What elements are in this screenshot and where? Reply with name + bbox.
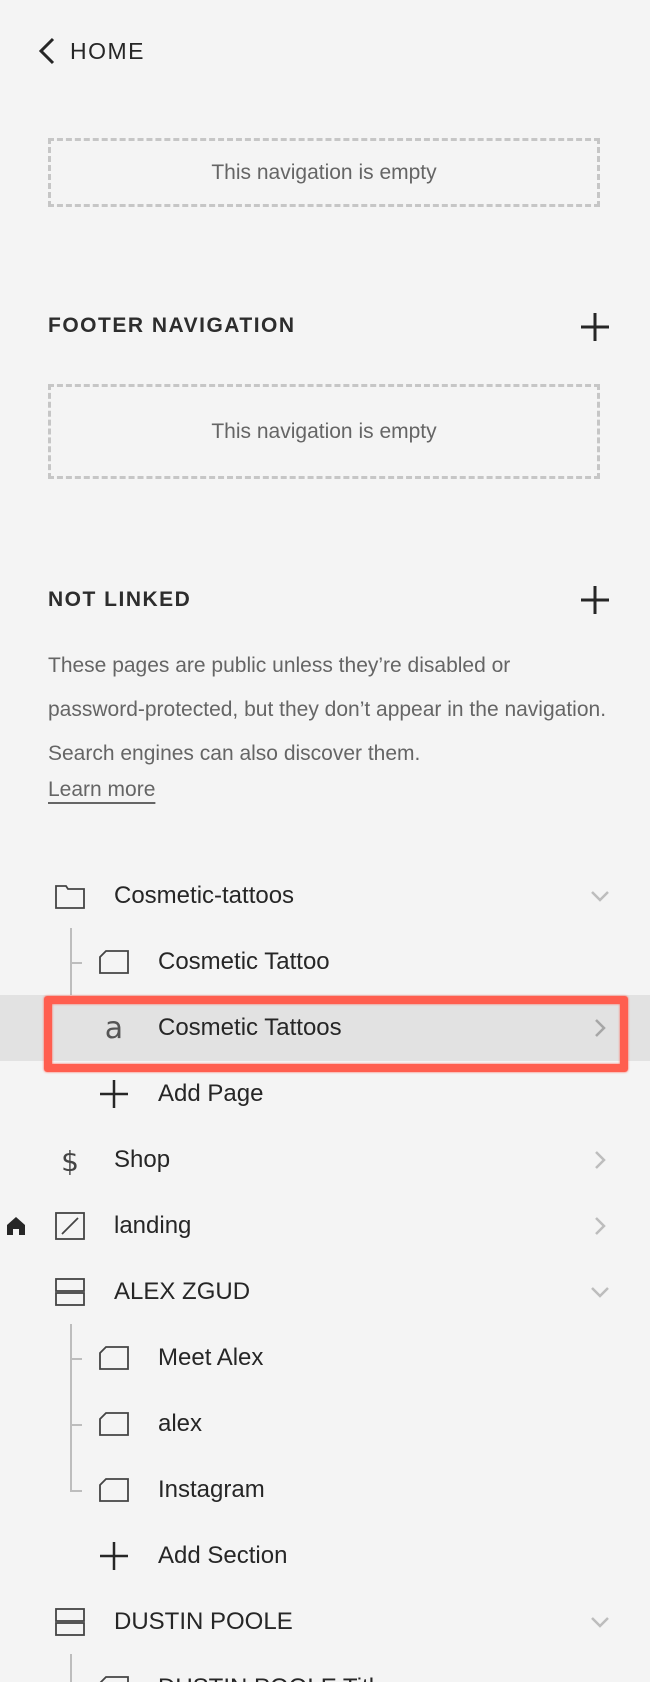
- footer-nav-empty-box: This navigation is empty: [48, 384, 600, 479]
- tree-item-label: Shop: [114, 1146, 171, 1173]
- page-icon: [97, 1407, 131, 1441]
- chevron-down-icon[interactable]: [589, 1279, 611, 1305]
- svg-text:$: $: [61, 1145, 79, 1177]
- tree-item-label: landing: [114, 1212, 192, 1239]
- cover-page-icon: [53, 1209, 87, 1243]
- back-label: HOME: [70, 37, 145, 64]
- add-page-button[interactable]: Add Page: [0, 1061, 650, 1127]
- page-icon: [97, 1671, 131, 1682]
- tree-item-dustin-poole-index[interactable]: DUSTIN POOLE: [0, 1589, 650, 1655]
- main-nav-empty-box: This navigation is empty: [48, 138, 600, 207]
- tree-item-label: DUSTIN POOLE Title: [158, 1655, 387, 1682]
- chevron-right-icon[interactable]: [589, 1147, 611, 1173]
- tree-item-dustin-child[interactable]: DUSTIN POOLE Title: [0, 1655, 650, 1682]
- tree-item-label: Cosmetic-tattoos: [114, 882, 295, 909]
- tree-item-label: DUSTIN POOLE: [114, 1608, 293, 1635]
- back-button[interactable]: HOME: [36, 32, 145, 70]
- index-icon: [53, 1275, 87, 1309]
- footer-navigation-title: FOOTER NAVIGATION: [48, 314, 296, 337]
- tree-item-shop[interactable]: $ Shop: [0, 1127, 650, 1193]
- plus-icon: [581, 313, 609, 341]
- add-footer-nav-button[interactable]: [578, 310, 612, 344]
- tree-item-label: Cosmetic Tattoo: [158, 948, 330, 975]
- plus-icon: [97, 1077, 131, 1111]
- page-icon: [97, 1473, 131, 1507]
- tree-item-instagram[interactable]: Instagram: [0, 1457, 650, 1523]
- home-icon: [4, 1214, 28, 1238]
- chevron-down-icon[interactable]: [589, 883, 611, 909]
- plus-icon: [581, 586, 609, 614]
- tree-item-alex[interactable]: alex: [0, 1391, 650, 1457]
- plus-icon: [97, 1539, 131, 1573]
- add-section-button[interactable]: Add Section: [0, 1523, 650, 1589]
- tree-item-landing[interactable]: landing: [0, 1193, 650, 1259]
- page-icon: [97, 1341, 131, 1375]
- tree-item-label: Instagram: [158, 1476, 265, 1503]
- empty-text: This navigation is empty: [211, 419, 437, 443]
- tree-item-label: Add Page: [158, 1080, 264, 1107]
- tree-item-cosmetic-tattoos-folder[interactable]: Cosmetic-tattoos: [0, 863, 650, 929]
- dollar-icon: $: [53, 1143, 87, 1178]
- not-linked-title: NOT LINKED: [48, 588, 192, 611]
- chevron-down-icon[interactable]: [589, 1609, 611, 1635]
- tree-item-alex-zgud-index[interactable]: ALEX ZGUD: [0, 1259, 650, 1325]
- tree-item-label: Meet Alex: [158, 1344, 264, 1371]
- tree-item-cosmetic-tattoo-page[interactable]: Cosmetic Tattoo: [0, 929, 650, 995]
- folder-icon: [53, 879, 87, 913]
- tree-item-meet-alex[interactable]: Meet Alex: [0, 1325, 650, 1391]
- page-icon: [97, 945, 131, 979]
- tree-item-label: Add Section: [158, 1542, 288, 1569]
- tree-item-label: ALEX ZGUD: [114, 1278, 251, 1305]
- chevron-left-icon: [38, 37, 55, 65]
- add-not-linked-button[interactable]: [578, 583, 612, 617]
- not-linked-description: These pages are public unless they’re di…: [48, 654, 607, 765]
- learn-more-link[interactable]: Learn more: [48, 778, 155, 802]
- chevron-right-icon[interactable]: [589, 1213, 611, 1239]
- empty-text: This navigation is empty: [211, 160, 437, 184]
- index-icon: [53, 1605, 87, 1639]
- tree-item-label: alex: [158, 1410, 203, 1437]
